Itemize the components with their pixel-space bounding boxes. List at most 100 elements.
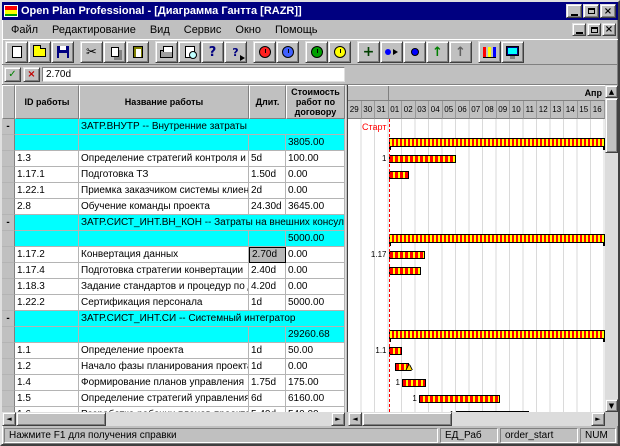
cell-id[interactable]: 1.3 xyxy=(15,151,79,167)
cell-name[interactable]: Задание стандартов и процедур по д xyxy=(79,279,249,295)
cell-id[interactable]: 2.8 xyxy=(15,199,79,215)
cell-id[interactable] xyxy=(15,311,79,327)
cell-duration[interactable]: 1.50d xyxy=(249,167,286,183)
chart-view-button[interactable] xyxy=(478,41,501,63)
cell-duration[interactable]: 24.30d xyxy=(249,199,286,215)
cell-cost[interactable]: 5000.00 xyxy=(286,295,345,311)
cell-duration[interactable]: 2.40d xyxy=(249,263,286,279)
context-help-button[interactable]: ? xyxy=(224,41,247,63)
menu-item-0[interactable]: Файл xyxy=(4,22,45,38)
close-button[interactable]: × xyxy=(600,4,616,18)
restore-button[interactable] xyxy=(583,4,599,18)
save-file-button[interactable] xyxy=(51,41,74,63)
print-button[interactable] xyxy=(155,41,178,63)
table-row[interactable]: 1.22.2Сертификация персонала1d5000.00 xyxy=(2,295,345,311)
cell-duration[interactable] xyxy=(249,135,286,151)
collapse-toggle[interactable]: - xyxy=(2,215,15,231)
cost-analysis-button[interactable] xyxy=(328,41,351,63)
table-row[interactable]: 1.17.4Подготовка стратегии конвертации2.… xyxy=(2,263,345,279)
table-row[interactable]: 1.17.2Конвертация данных2.70d0.00 xyxy=(2,247,345,263)
task-bar[interactable] xyxy=(389,155,457,163)
cell-name[interactable]: Определение стратегий управления и xyxy=(79,391,249,407)
collapse-toggle[interactable]: - xyxy=(2,311,15,327)
table-row[interactable]: -ЗАТР.ВНУТР -- Внутренние затраты xyxy=(2,119,345,135)
cell-id[interactable] xyxy=(15,215,79,231)
table-row[interactable]: 3805.00 xyxy=(2,135,345,151)
cell-name[interactable] xyxy=(79,231,249,247)
cell-name[interactable]: Определение проекта xyxy=(79,343,249,359)
cell-cost[interactable]: 100.00 xyxy=(286,151,345,167)
cell-duration[interactable] xyxy=(249,231,286,247)
cell-name[interactable]: Обучение команды проекта xyxy=(79,199,249,215)
cell-id[interactable]: 1.17.4 xyxy=(15,263,79,279)
copy-button[interactable] xyxy=(103,41,126,63)
cell-id[interactable]: 1.4 xyxy=(15,375,79,391)
scroll-down-button[interactable]: ▼ xyxy=(605,399,618,412)
table-scroll-left-button[interactable]: ◄ xyxy=(2,412,16,426)
time-now-button[interactable] xyxy=(253,41,276,63)
table-scroll-right-button[interactable]: ► xyxy=(331,412,345,426)
cell-duration[interactable] xyxy=(249,327,286,343)
vertical-scroll-track[interactable] xyxy=(605,98,618,399)
menu-item-3[interactable]: Сервис xyxy=(177,22,229,38)
table-row[interactable]: 1.22.1Приемка заказчиком системы клиент2… xyxy=(2,183,345,199)
link-activities-button[interactable] xyxy=(380,41,403,63)
table-row[interactable]: - ЗАТР.СИСТ_ИНТ.ВН_КОН -- Затраты на внеш… xyxy=(2,215,345,231)
cell-edit-input[interactable] xyxy=(42,67,345,82)
cell-id[interactable]: 1.17.2 xyxy=(15,247,79,263)
cell-cost[interactable]: 0.00 xyxy=(286,247,345,263)
cell-cost[interactable]: 50.00 xyxy=(286,343,345,359)
table-scroll-thumb[interactable] xyxy=(16,412,106,426)
menu-item-2[interactable]: Вид xyxy=(143,22,177,38)
table-row[interactable]: 1.1Определение проекта1d50.00 xyxy=(2,343,345,359)
column-header-id[interactable]: ID работы xyxy=(15,85,79,119)
cell-id[interactable] xyxy=(15,231,79,247)
cell-name[interactable] xyxy=(79,135,249,151)
section-title[interactable]: ЗАТР.СИСТ_ИНТ.ВН_КОН -- Затраты на внешн… xyxy=(79,215,345,231)
cell-id[interactable] xyxy=(15,135,79,151)
promote-level-button[interactable]: ↑ xyxy=(449,41,472,63)
screen-view-button[interactable] xyxy=(501,41,524,63)
task-bar[interactable] xyxy=(389,267,421,275)
task-bar[interactable] xyxy=(419,395,500,403)
section-title[interactable]: ЗАТР.ВНУТР -- Внутренние затраты xyxy=(79,119,345,135)
print-preview-button[interactable] xyxy=(178,41,201,63)
resource-analysis-button[interactable] xyxy=(305,41,328,63)
task-bar[interactable] xyxy=(402,379,426,387)
task-bar[interactable] xyxy=(389,251,425,259)
cell-id[interactable]: 1.22.2 xyxy=(15,295,79,311)
gantt-scroll-left-button[interactable]: ◄ xyxy=(348,412,362,426)
minimize-button[interactable] xyxy=(566,4,582,18)
cell-cost[interactable]: 0.00 xyxy=(286,183,345,199)
cell-name[interactable]: Конвертация данных xyxy=(79,247,249,263)
gantt-scroll-right-button[interactable]: ► xyxy=(591,412,605,426)
summary-bar[interactable] xyxy=(389,330,605,339)
column-header-duration[interactable]: Длит. xyxy=(249,85,286,119)
cell-name[interactable]: Сертификация персонала xyxy=(79,295,249,311)
table-row[interactable]: 1.2Начало фазы планирования проекта1d0.0… xyxy=(2,359,345,375)
cell-name[interactable] xyxy=(79,327,249,343)
child-restore-button[interactable] xyxy=(587,23,601,36)
child-close-button[interactable]: × xyxy=(602,23,616,36)
cell-duration[interactable]: 5d xyxy=(249,151,286,167)
table-scroll-track[interactable] xyxy=(16,412,331,426)
cell-cost[interactable]: 0.00 xyxy=(286,167,345,183)
new-document-button[interactable] xyxy=(5,41,28,63)
cell-duration[interactable]: 1d xyxy=(249,295,286,311)
task-bar[interactable] xyxy=(389,171,409,179)
app-icon[interactable] xyxy=(4,5,18,17)
cell-id[interactable]: 1.1 xyxy=(15,343,79,359)
summary-bar[interactable] xyxy=(389,138,605,147)
move-up-button[interactable]: ↑ xyxy=(426,41,449,63)
schedule-analysis-button[interactable] xyxy=(276,41,299,63)
table-row[interactable]: 1.3Определение стратегий контроля и отч5… xyxy=(2,151,345,167)
cell-id[interactable] xyxy=(15,119,79,135)
title-bar[interactable]: Open Plan Professional - [Диаграмма Гант… xyxy=(2,2,618,20)
cell-duration[interactable]: 1d xyxy=(249,359,286,375)
menu-item-1[interactable]: Редактирование xyxy=(45,22,143,38)
table-row[interactable]: 1.18.3Задание стандартов и процедур по д… xyxy=(2,279,345,295)
task-bar[interactable] xyxy=(389,347,403,355)
cell-duration-selected[interactable]: 2.70d xyxy=(249,247,286,263)
column-header-name[interactable]: Название работы xyxy=(79,85,249,119)
cell-id[interactable]: 1.17.1 xyxy=(15,167,79,183)
